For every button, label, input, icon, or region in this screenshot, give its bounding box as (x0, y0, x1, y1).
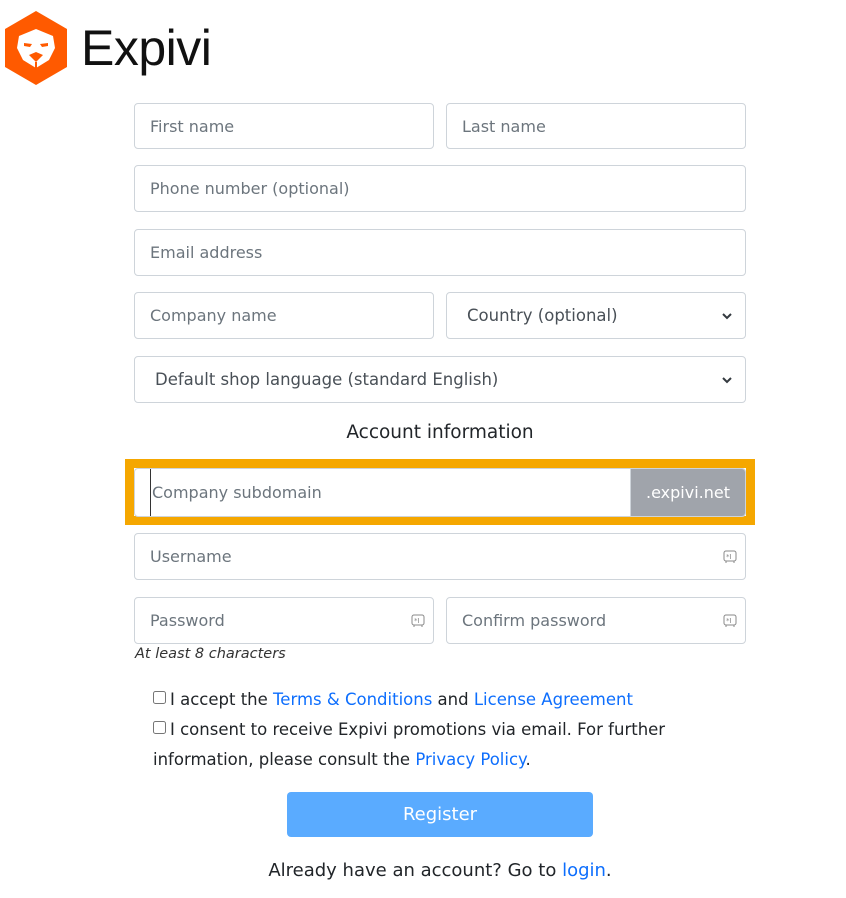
consent-text: I consent to receive Expivi promotions v… (153, 720, 666, 769)
login-link[interactable]: login (562, 860, 606, 881)
confirm-password-field[interactable]: *I (446, 597, 746, 644)
email-input[interactable] (135, 230, 745, 275)
company-name-field[interactable] (134, 292, 434, 339)
chevron-down-icon (722, 376, 732, 383)
terms-prefix: I accept the (170, 690, 274, 709)
terms-checkbox[interactable] (153, 691, 166, 704)
password-field[interactable]: *I (134, 597, 434, 644)
subdomain-field[interactable]: .expivi.net (134, 468, 746, 517)
login-prompt: Already have an account? Go to login. (0, 860, 846, 881)
first-name-field[interactable] (134, 103, 434, 149)
svg-text:*I: *I (414, 617, 420, 625)
login-prefix: Already have an account? Go to (268, 860, 563, 881)
company-name-input[interactable] (135, 293, 433, 338)
language-select[interactable]: Default shop language (standard English) (134, 356, 746, 403)
consent-row: I consent to receive Expivi promotions v… (153, 715, 713, 775)
password-manager-icon[interactable]: *I (411, 614, 425, 628)
svg-text:*I: *I (726, 617, 732, 625)
login-suffix: . (605, 860, 612, 881)
last-name-input[interactable] (447, 104, 745, 148)
lion-logo-icon (5, 11, 67, 85)
chevron-down-icon (722, 312, 732, 319)
country-selected-value: Country (optional) (467, 306, 618, 325)
consent-suffix: . (525, 750, 531, 769)
terms-conditions-link[interactable]: Terms & Conditions (273, 690, 432, 709)
subdomain-suffix: .expivi.net (630, 469, 745, 516)
license-agreement-link[interactable]: License Agreement (474, 690, 633, 709)
register-button[interactable]: Register (287, 792, 593, 837)
language-selected-value: Default shop language (standard English) (155, 370, 499, 389)
brand-name: Expivi (81, 20, 212, 76)
consent-checkbox[interactable] (153, 721, 166, 734)
privacy-policy-link[interactable]: Privacy Policy (415, 750, 525, 769)
username-field[interactable]: *I (134, 533, 746, 580)
password-input[interactable] (135, 598, 433, 643)
terms-row: I accept the Terms & Conditions and Lice… (153, 685, 713, 715)
country-select[interactable]: Country (optional) (446, 292, 746, 339)
username-input[interactable] (135, 534, 745, 579)
password-hint: At least 8 characters (135, 646, 286, 662)
phone-field[interactable] (134, 165, 746, 212)
account-information-heading: Account information (346, 422, 534, 443)
confirm-password-input[interactable] (447, 598, 745, 643)
terms-middle: and (432, 690, 474, 709)
password-manager-icon[interactable]: *I (723, 550, 737, 564)
svg-text:*I: *I (726, 553, 732, 561)
brand-logo: Expivi (3, 10, 212, 86)
last-name-field[interactable] (446, 103, 746, 149)
password-manager-icon[interactable]: *I (723, 614, 737, 628)
first-name-input[interactable] (135, 104, 433, 148)
subdomain-input[interactable] (150, 469, 630, 516)
email-field[interactable] (134, 229, 746, 276)
phone-input[interactable] (135, 166, 745, 211)
